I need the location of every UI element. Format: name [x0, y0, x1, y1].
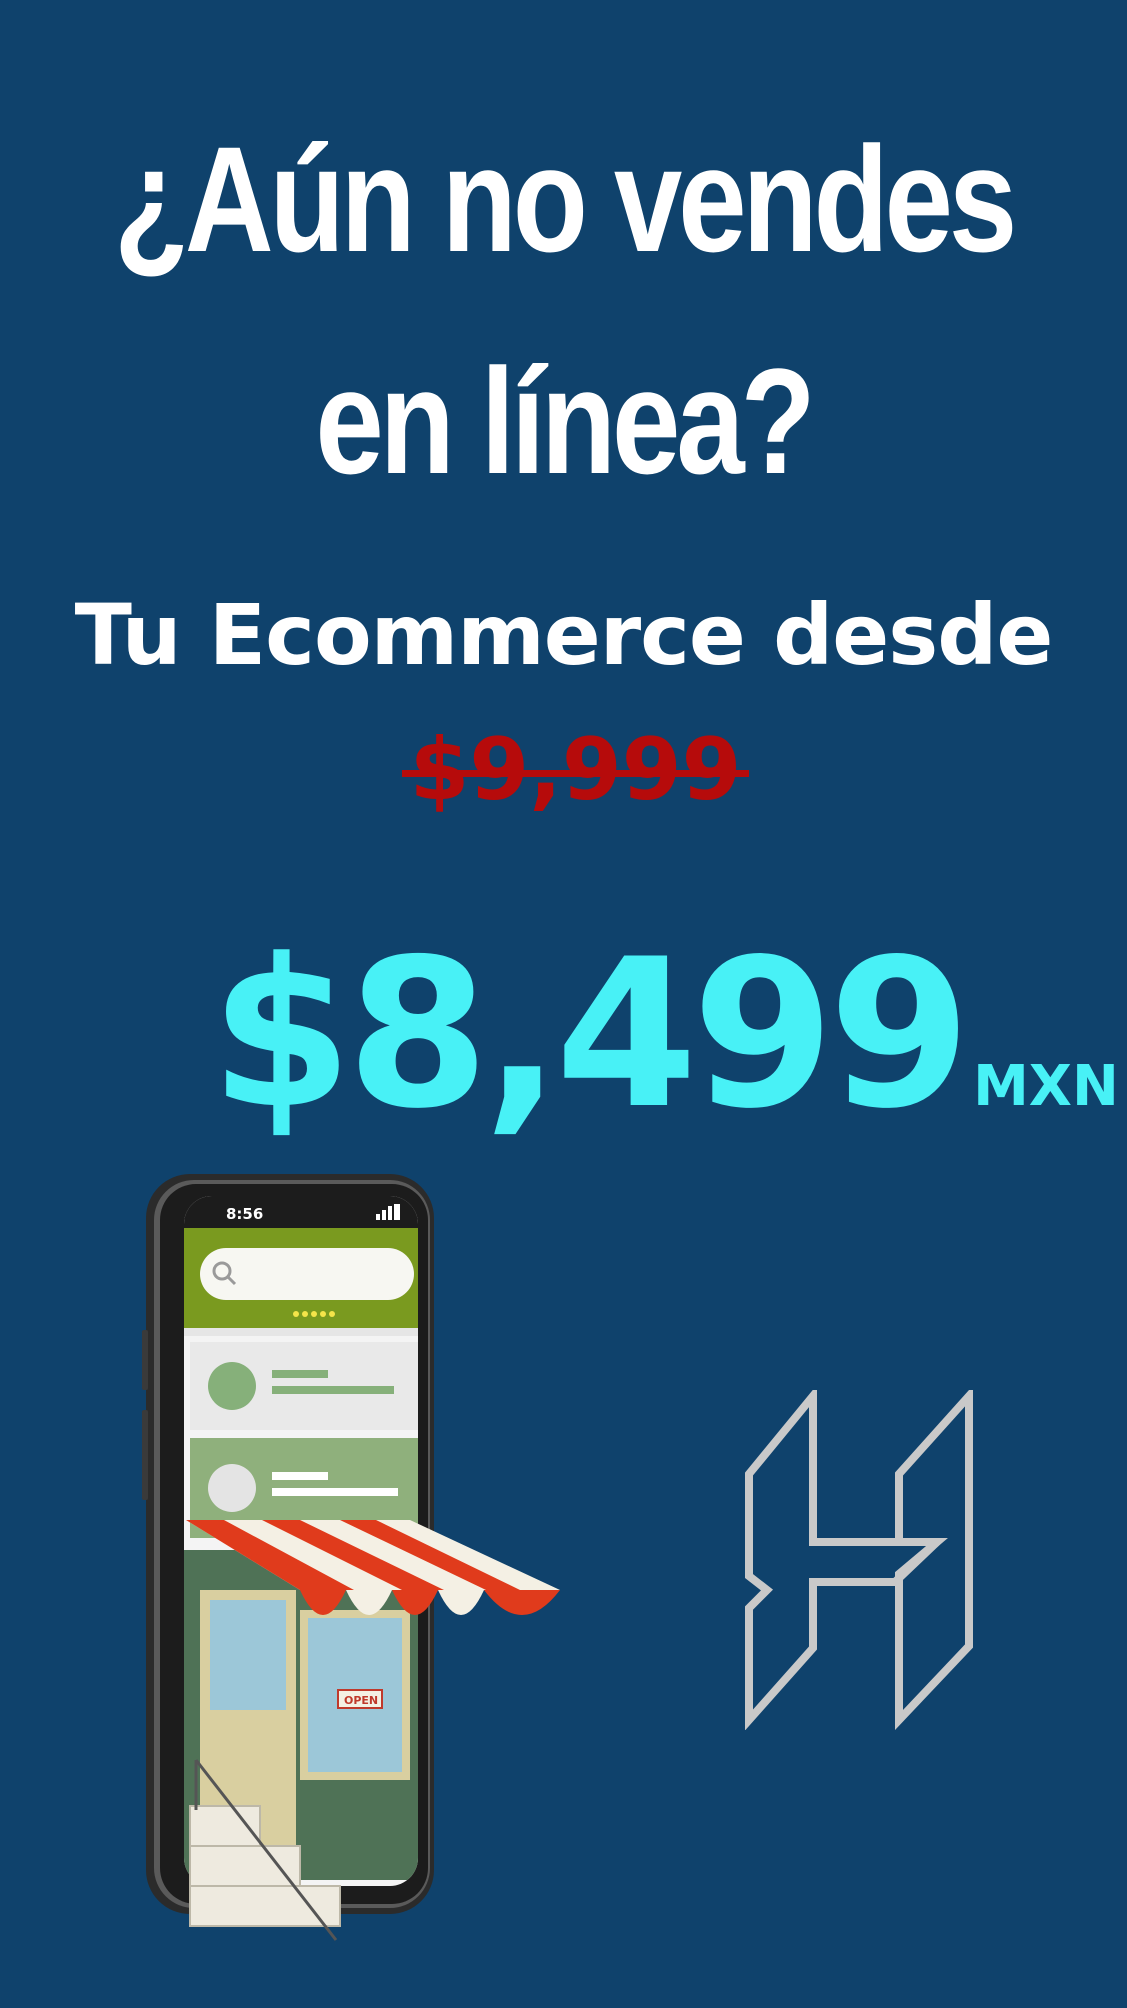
status-time: 8:56: [226, 1205, 263, 1223]
headline: ¿Aún no vendes en línea?: [101, 88, 1025, 532]
currency-label: MXN: [973, 1054, 1119, 1119]
brand-h-logo: [745, 1384, 975, 1731]
subtitle: Tu Ecommerce desde: [74, 586, 1054, 684]
store-open-sign: OPEN: [344, 1694, 378, 1707]
headline-line-1: ¿Aún no vendes: [113, 115, 1017, 283]
phone-storefront-illustration: 8:56 OPEN: [140, 1170, 570, 1960]
old-price: $9,999: [0, 720, 1127, 820]
new-price-amount: $8,499: [210, 916, 971, 1154]
ad-banner: ¿Aún no vendes en línea? Tu Ecommerce de…: [0, 0, 1127, 2008]
old-price-value: $9,999: [401, 720, 750, 820]
new-price: $8,499 MXN: [210, 915, 1119, 1155]
headline-line-2: en línea?: [315, 337, 815, 505]
